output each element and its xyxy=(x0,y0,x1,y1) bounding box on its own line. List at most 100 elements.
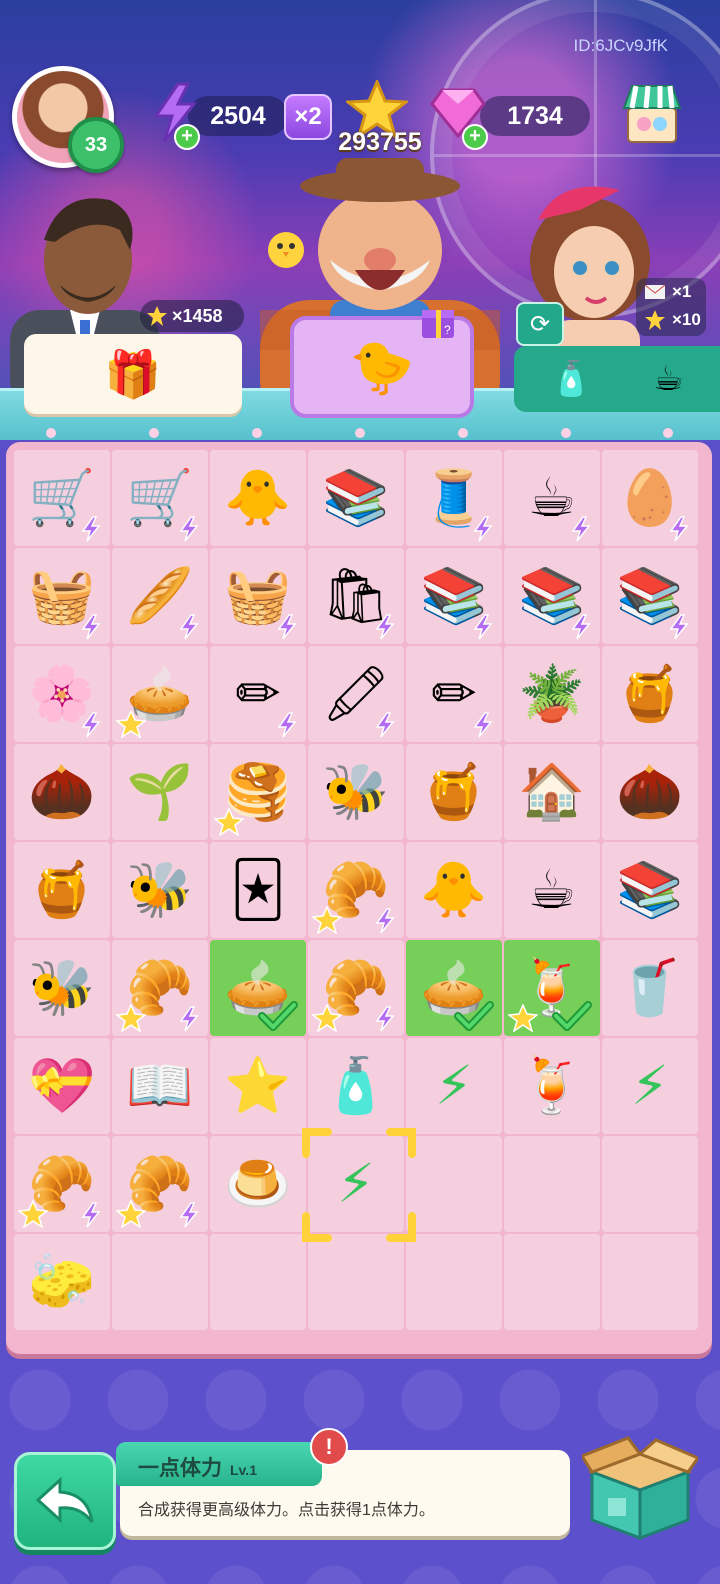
board-cell[interactable]: 🥐 xyxy=(14,1136,110,1232)
gift-box-icon: 🎁 xyxy=(104,347,162,400)
board-cell[interactable]: 🃏 xyxy=(210,842,306,938)
board-cell[interactable]: 🧴 xyxy=(308,1038,404,1134)
bolt-badge-icon xyxy=(473,614,493,640)
coffee-cup-icon: ☕ xyxy=(653,360,684,398)
board-cell[interactable]: 🍹 xyxy=(504,1038,600,1134)
refresh-orders-button[interactable]: ⟳ xyxy=(516,302,564,346)
reward-row: ×10 xyxy=(636,306,706,334)
board-cell[interactable]: 🍯 xyxy=(602,646,698,742)
gem-add-icon[interactable]: + xyxy=(462,124,488,150)
board-cell[interactable]: 🍯 xyxy=(14,842,110,938)
board-cell[interactable]: 🐥 xyxy=(210,450,306,546)
board-cell[interactable]: 🥚 xyxy=(602,450,698,546)
storage-box-button[interactable] xyxy=(582,1432,698,1544)
board-cell[interactable]: 🥐 xyxy=(112,940,208,1036)
star-badge-icon xyxy=(116,1004,146,1032)
board-cell[interactable]: 🍮 xyxy=(210,1136,306,1232)
beehive-icon: 🐝 xyxy=(126,860,194,920)
back-button[interactable] xyxy=(14,1452,116,1550)
player-id: ID:6JCv9JfK xyxy=(573,36,668,55)
eraser-icon: 🧽 xyxy=(28,1252,96,1312)
bolt-badge-icon xyxy=(277,712,297,738)
item-info-tab: 一点体力 Lv.1 xyxy=(116,1442,322,1486)
board-cell[interactable]: 📚 xyxy=(308,450,404,546)
board-cell[interactable]: 🥧 xyxy=(406,940,502,1036)
board-cell[interactable]: 🌰 xyxy=(602,744,698,840)
board-cell[interactable]: 🍹 xyxy=(504,940,600,1036)
star-badge-icon xyxy=(116,710,146,738)
bolt-badge-icon xyxy=(375,712,395,738)
bolt-badge-icon xyxy=(179,516,199,542)
empty-board-cell[interactable] xyxy=(504,1136,600,1232)
board-cell[interactable]: 📚 xyxy=(602,548,698,644)
board-cell[interactable]: ☕ xyxy=(504,450,600,546)
empty-board-cell[interactable] xyxy=(112,1234,208,1330)
board-cell[interactable]: 🏠 xyxy=(504,744,600,840)
board-cell[interactable]: 🥐 xyxy=(308,940,404,1036)
empty-board-cell[interactable] xyxy=(602,1136,698,1232)
board-cell[interactable]: 🥖 xyxy=(112,548,208,644)
empty-board-cell[interactable] xyxy=(210,1234,306,1330)
board-cell[interactable]: ⚡ xyxy=(602,1038,698,1134)
board-cell[interactable]: 🛒 xyxy=(112,450,208,546)
item-level: Lv.1 xyxy=(230,1462,257,1478)
order-card-businessman[interactable]: 🎁 xyxy=(24,334,242,414)
energy-add-icon[interactable]: + xyxy=(174,124,200,150)
empty-board-cell[interactable] xyxy=(406,1234,502,1330)
board-cell[interactable]: ⚡ xyxy=(406,1038,502,1134)
board-cell[interactable]: 📖 xyxy=(112,1038,208,1134)
board-cell[interactable]: 🛒 xyxy=(14,450,110,546)
board-cell[interactable]: 🧺 xyxy=(210,548,306,644)
board-cell[interactable]: 🌰 xyxy=(14,744,110,840)
bolt-badge-icon xyxy=(571,614,591,640)
star-icon xyxy=(147,306,167,326)
mystery-gift-icon[interactable]: ? xyxy=(418,300,458,340)
empty-board-cell[interactable] xyxy=(504,1234,600,1330)
board-cell[interactable]: 🥧 xyxy=(112,646,208,742)
bolt-badge-icon xyxy=(179,1006,199,1032)
board-cell[interactable]: 🌱 xyxy=(112,744,208,840)
star-badge-icon xyxy=(116,1200,146,1228)
board-cell[interactable]: ✏ xyxy=(210,646,306,742)
board-cell[interactable]: ☕ xyxy=(504,842,600,938)
board-cell[interactable]: ✏ xyxy=(406,646,502,742)
seed-icon: 🌰 xyxy=(28,762,96,822)
info-alert-icon[interactable]: ! xyxy=(310,1428,348,1466)
board-cell[interactable]: 🥐 xyxy=(112,1136,208,1232)
board-cell[interactable]: 🧽 xyxy=(14,1234,110,1330)
level-badge: 33 xyxy=(68,117,124,173)
board-cell[interactable]: 🛍 xyxy=(308,548,404,644)
board-cell[interactable]: 💝 xyxy=(14,1038,110,1134)
board-cell[interactable]: 🍯 xyxy=(406,744,502,840)
board-cell[interactable]: 🖍 xyxy=(308,646,404,742)
empty-board-cell[interactable] xyxy=(308,1234,404,1330)
empty-board-cell[interactable] xyxy=(406,1136,502,1232)
board-cell[interactable]: 📚 xyxy=(504,548,600,644)
board-cell[interactable]: ⭐ xyxy=(210,1038,306,1134)
board-cell[interactable]: 🐝 xyxy=(14,940,110,1036)
bolt-badge-icon xyxy=(277,614,297,640)
board-cell[interactable]: 🥐 xyxy=(308,842,404,938)
book-basket-icon: 📚 xyxy=(322,468,390,528)
board-cell[interactable]: 📚 xyxy=(602,842,698,938)
cool-chick-icon: 🐤 xyxy=(349,338,415,397)
chick-watermelon-icon: 🐥 xyxy=(420,860,488,920)
board-cell[interactable]: 🧵 xyxy=(406,450,502,546)
board-cell[interactable]: 🐥 xyxy=(406,842,502,938)
iced-drink-icon: 🍹 xyxy=(518,1056,586,1116)
board-cell[interactable]: 🧺 xyxy=(14,548,110,644)
order-card-girl[interactable]: 🧴 ☕ xyxy=(514,346,720,412)
playing-cards-icon: 🃏 xyxy=(230,860,286,920)
empty-board-cell[interactable] xyxy=(602,1234,698,1330)
beehive-house-icon: 🏠 xyxy=(518,762,586,822)
board-cell[interactable]: 🥞 xyxy=(210,744,306,840)
board-cell[interactable]: 🌸 xyxy=(14,646,110,742)
board-cell[interactable]: 📚 xyxy=(406,548,502,644)
honeycomb-icon: 🍯 xyxy=(28,860,96,920)
board-cell[interactable]: 🥤 xyxy=(602,940,698,1036)
board-cell[interactable]: 🪴 xyxy=(504,646,600,742)
shop-stall-icon[interactable] xyxy=(622,80,682,146)
board-cell[interactable]: 🐝 xyxy=(308,744,404,840)
board-cell[interactable]: 🐝 xyxy=(112,842,208,938)
board-cell[interactable]: 🥧 xyxy=(210,940,306,1036)
